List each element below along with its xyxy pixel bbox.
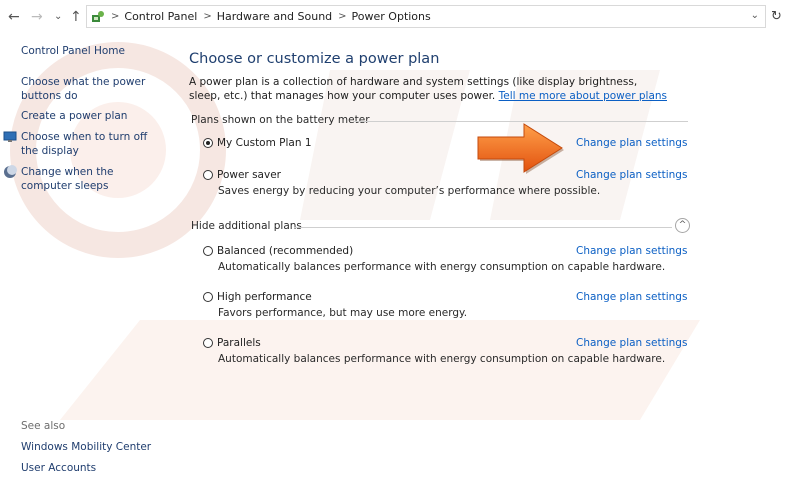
radio-button[interactable]	[203, 246, 213, 256]
display-icon	[3, 131, 17, 142]
breadcrumb-control-panel[interactable]: Control Panel	[124, 10, 197, 23]
plan-radio-parallels[interactable]: Parallels	[203, 337, 261, 349]
learn-more-link[interactable]: Tell me more about power plans	[499, 90, 667, 102]
page-title: Choose or customize a power plan	[189, 51, 440, 67]
sidebar-item-power-buttons[interactable]: Choose what the power buttons do	[21, 75, 146, 103]
moon-icon	[4, 165, 17, 178]
change-plan-settings-link[interactable]: Change plan settings	[576, 337, 687, 349]
change-plan-settings-link[interactable]: Change plan settings	[576, 245, 687, 257]
change-plan-settings-link[interactable]: Change plan settings	[576, 137, 687, 149]
radio-button[interactable]	[203, 338, 213, 348]
breadcrumb-separator-icon: >	[111, 11, 120, 22]
sidebar: Control Panel Home Choose what the power…	[0, 34, 175, 487]
plan-radio-power-saver[interactable]: Power saver	[203, 169, 281, 181]
plan-radio-high-performance[interactable]: High performance	[203, 291, 312, 303]
address-bar[interactable]: > Control Panel > Hardware and Sound > P…	[86, 5, 766, 28]
change-plan-settings-link[interactable]: Change plan settings	[576, 291, 687, 303]
sidebar-item-turn-off-display[interactable]: Choose when to turn off the display	[21, 130, 161, 158]
chevron-down-icon[interactable]: ⌄	[751, 10, 759, 21]
sidebar-item-create-plan[interactable]: Create a power plan	[21, 109, 171, 123]
plan-name: Balanced (recommended)	[217, 245, 354, 257]
plan-name: High performance	[217, 291, 312, 303]
control-panel-icon	[92, 10, 104, 22]
plan-description: Favors performance, but may use more ene…	[218, 307, 468, 319]
radio-button[interactable]	[203, 170, 213, 180]
back-arrow-icon[interactable]: ←	[8, 9, 20, 25]
radio-button[interactable]	[203, 292, 213, 302]
plan-name: Parallels	[217, 337, 261, 349]
plan-name: My Custom Plan 1	[217, 137, 312, 149]
plan-radio-balanced[interactable]: Balanced (recommended)	[203, 245, 353, 257]
plan-description: Saves energy by reducing your computer’s…	[218, 185, 601, 197]
change-plan-settings-link[interactable]: Change plan settings	[576, 169, 687, 181]
see-also-label: See also	[21, 420, 66, 432]
sidebar-item-computer-sleeps[interactable]: Change when the computer sleeps	[21, 165, 161, 193]
section-hidden-plans-label: Hide additional plans	[191, 220, 302, 232]
breadcrumb-separator-icon: >	[338, 11, 347, 22]
recent-locations-icon[interactable]: ⌄	[54, 9, 62, 25]
section-shown-plans-label: Plans shown on the battery meter	[191, 114, 370, 126]
forward-arrow-icon[interactable]: →	[31, 9, 43, 25]
breadcrumb-hardware-and-sound[interactable]: Hardware and Sound	[217, 10, 332, 23]
breadcrumb-separator-icon: >	[203, 11, 212, 22]
sidebar-item-control-panel-home[interactable]: Control Panel Home	[21, 44, 171, 58]
expand-arrow-icon[interactable]: ^	[675, 218, 690, 233]
plan-radio-my-custom-plan[interactable]: My Custom Plan 1	[203, 137, 312, 149]
sidebar-item-mobility-center[interactable]: Windows Mobility Center	[21, 440, 171, 454]
breadcrumb-power-options[interactable]: Power Options	[352, 10, 431, 23]
plan-description: Automatically balances performance with …	[218, 353, 666, 365]
plan-name: Power saver	[217, 169, 281, 181]
section-divider	[294, 227, 672, 228]
page-description: A power plan is a collection of hardware…	[189, 75, 669, 103]
radio-button[interactable]	[203, 138, 213, 148]
orange-arrow-icon	[477, 123, 564, 174]
address-bar-area: ← → ⌄ ↑ > Control Panel > Hardware and S…	[0, 0, 790, 34]
up-arrow-icon[interactable]: ↑	[70, 9, 82, 25]
refresh-icon[interactable]: ↻	[771, 9, 782, 24]
plan-description: Automatically balances performance with …	[218, 261, 666, 273]
sidebar-item-user-accounts[interactable]: User Accounts	[21, 461, 171, 475]
